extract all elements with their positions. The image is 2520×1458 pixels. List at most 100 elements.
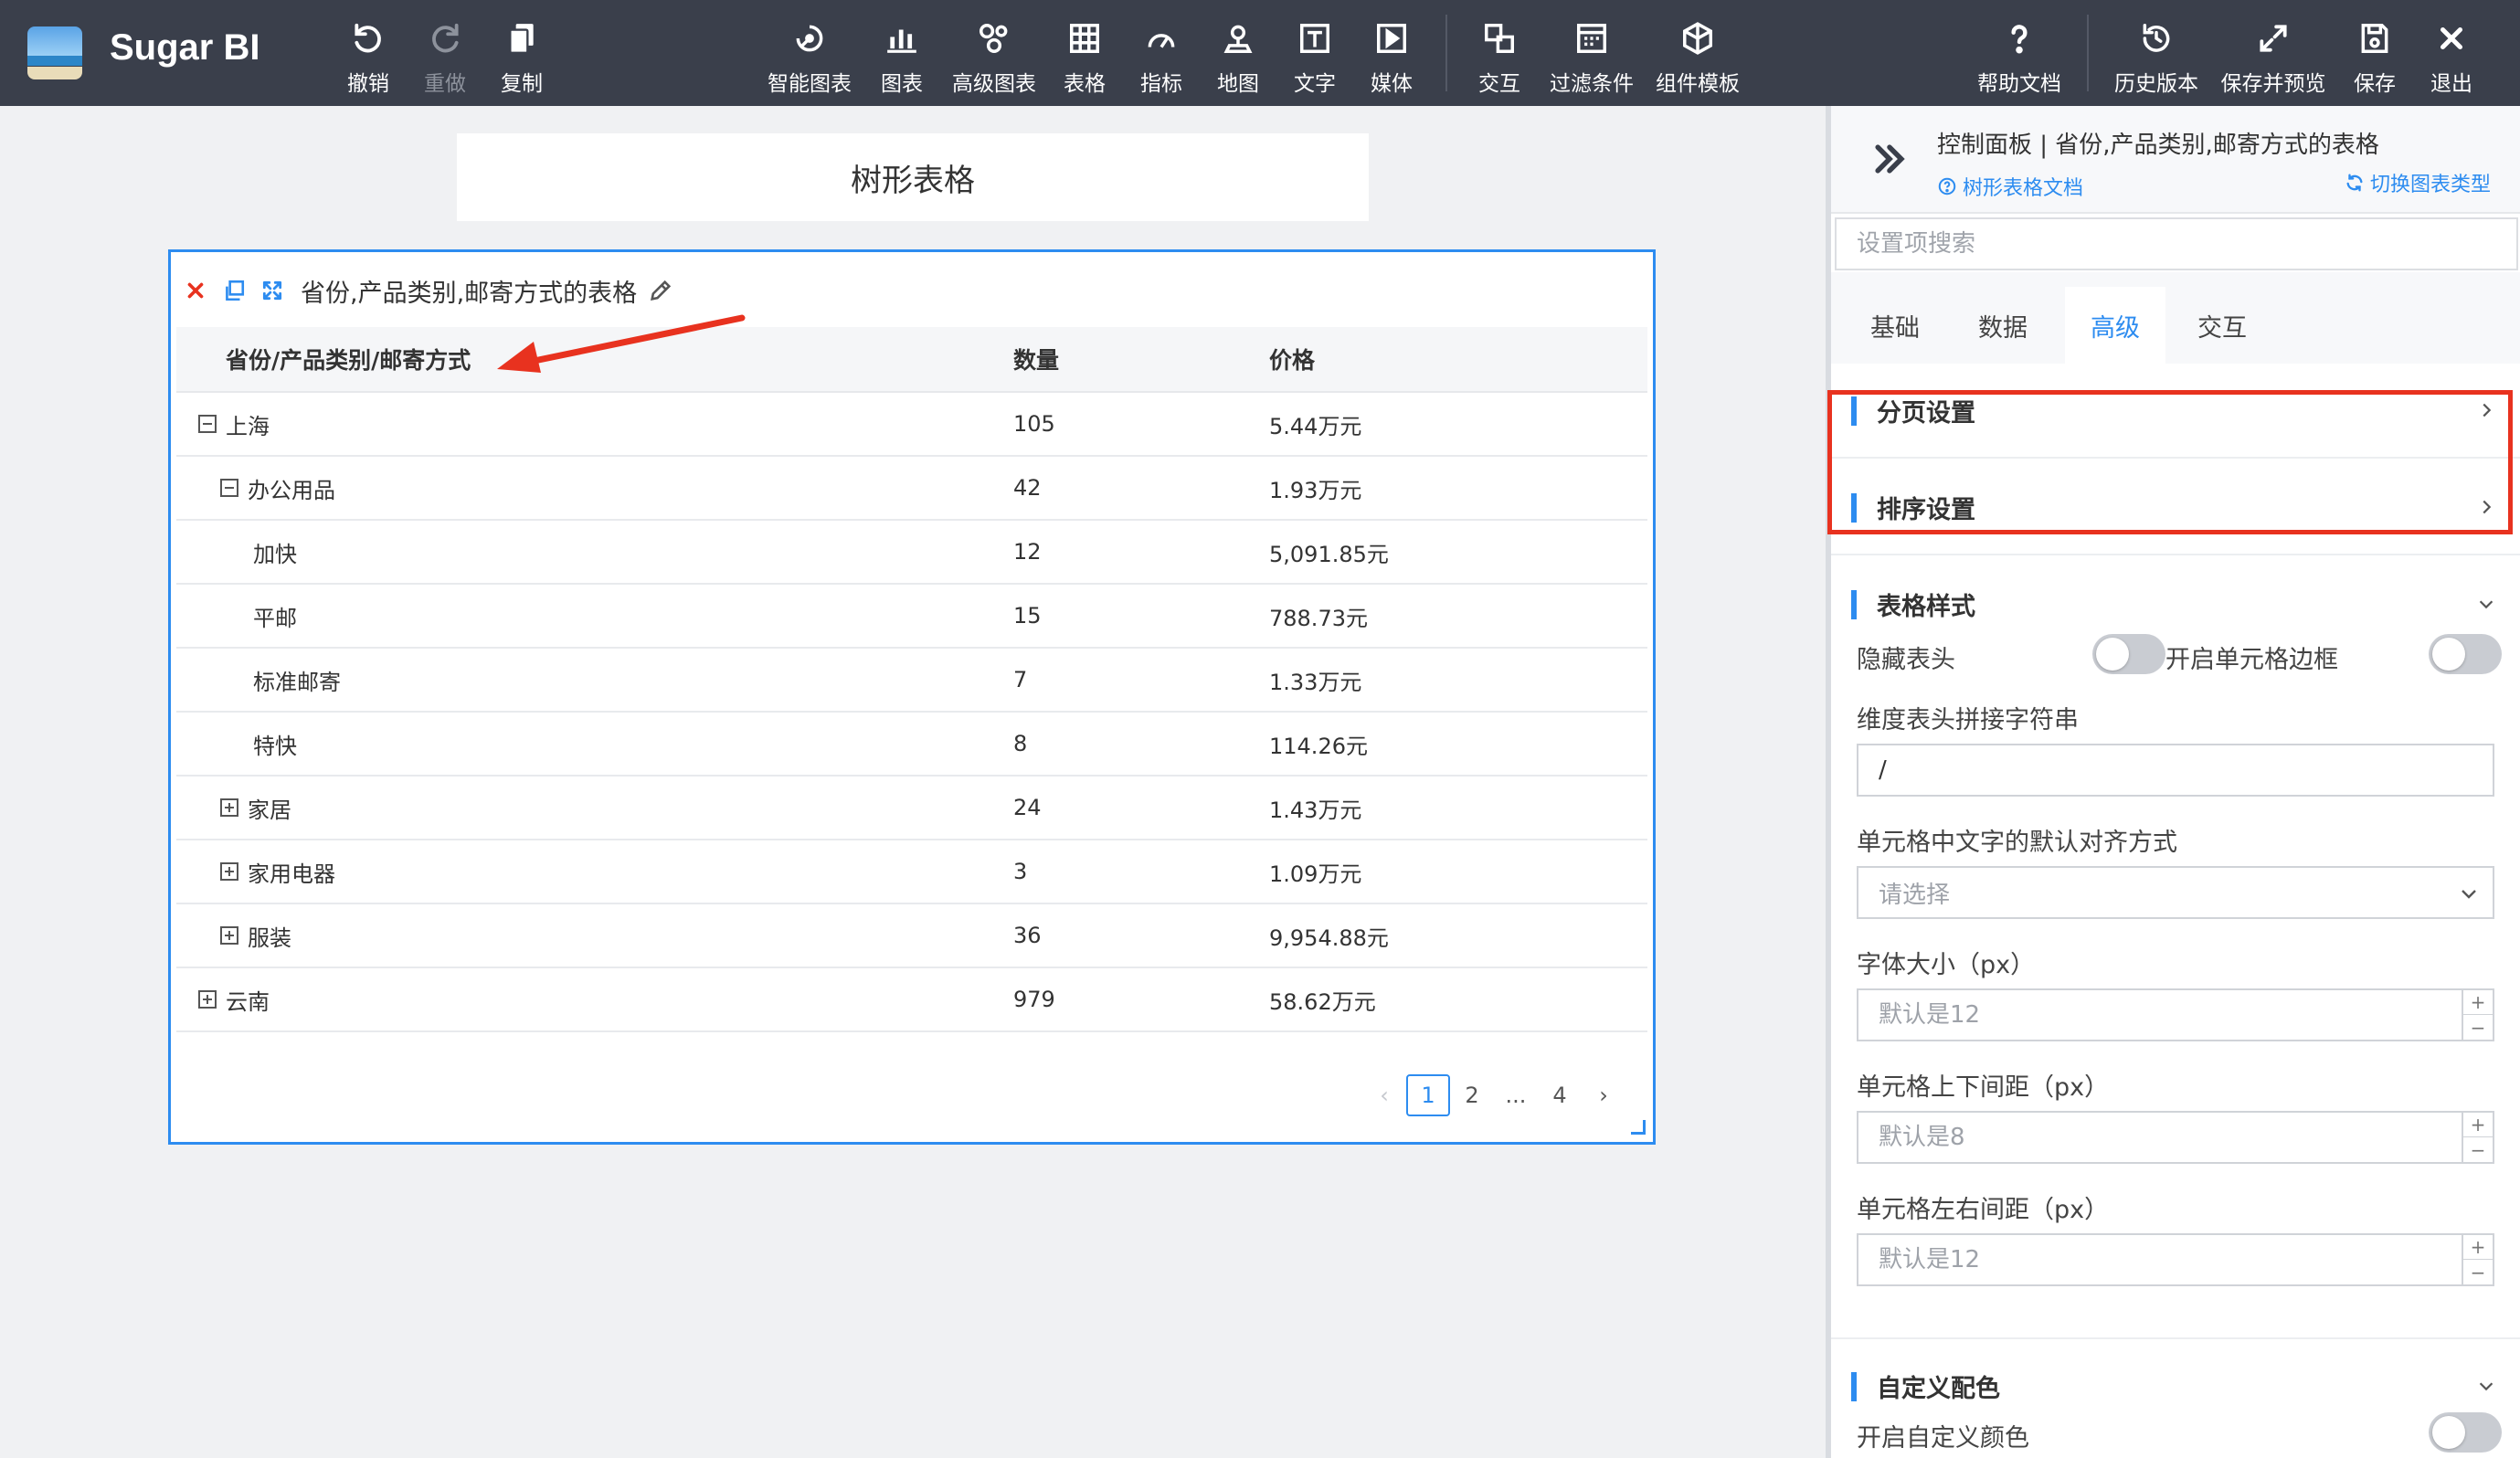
- increment-icon[interactable]: +: [2463, 1113, 2493, 1137]
- row-label: 办公用品: [248, 477, 335, 503]
- top-toolbar: Sugar BI 撤销 重做 复制 智能图表 图表 高级图表 表格 指标 地图 …: [0, 0, 2520, 106]
- filter-button[interactable]: 过滤条件: [1546, 18, 1637, 97]
- map-button[interactable]: 地图: [1212, 18, 1265, 97]
- table-row[interactable]: 上海 105 5.44万元: [176, 393, 1647, 457]
- price-cell: 9,954.88元: [1269, 924, 1389, 951]
- next-page-icon[interactable]: ›: [1582, 1074, 1625, 1116]
- metric-button[interactable]: 指标: [1135, 18, 1188, 97]
- table-button[interactable]: 表格: [1058, 18, 1111, 97]
- row-label: 家居: [248, 797, 291, 823]
- duplicate-icon[interactable]: [220, 277, 248, 304]
- fullscreen-icon[interactable]: [259, 277, 286, 304]
- decrement-icon[interactable]: −: [2463, 1015, 2493, 1040]
- toolbar-separator: [2087, 15, 2089, 91]
- section-custom-color[interactable]: 自定义配色: [1831, 1337, 2520, 1410]
- font-size-input[interactable]: [1858, 990, 2456, 1040]
- page-ellipsis[interactable]: ...: [1494, 1074, 1538, 1116]
- prev-page-icon[interactable]: ‹: [1362, 1074, 1406, 1116]
- column-header-price[interactable]: 价格: [1269, 343, 1647, 375]
- row-label: 服装: [248, 924, 291, 951]
- resize-handle-icon[interactable]: [1631, 1120, 1646, 1135]
- tree-cell: 服装: [176, 920, 1013, 952]
- save-preview-button[interactable]: 保存并预览: [2217, 18, 2330, 97]
- save-button[interactable]: 保存: [2348, 18, 2401, 97]
- table-row[interactable]: 服装 36 9,954.88元: [176, 904, 1647, 968]
- smart-chart-button[interactable]: 智能图表: [764, 18, 855, 97]
- table-row[interactable]: 加快 12 5,091.85元: [176, 521, 1647, 585]
- copy-button[interactable]: 复制: [495, 18, 548, 97]
- gauge-icon: [1141, 18, 1181, 58]
- settings-search-input[interactable]: [1835, 217, 2518, 270]
- dim-header-join-label: 维度表头拼接字符串: [1857, 706, 2079, 734]
- quantity-cell: 979: [1013, 987, 1055, 1012]
- component-template-button[interactable]: 组件模板: [1652, 18, 1743, 97]
- column-header-quantity[interactable]: 数量: [1013, 343, 1269, 375]
- dim-header-join-input[interactable]: [1857, 744, 2494, 797]
- custom-color-toggle[interactable]: [2429, 1412, 2502, 1453]
- tree-cell: 特快: [176, 728, 1013, 760]
- increment-icon[interactable]: +: [2463, 1235, 2493, 1260]
- section-table-style[interactable]: 表格样式: [1831, 557, 2520, 630]
- tab-basic[interactable]: 基础: [1849, 287, 1941, 364]
- panel-tabs: 基础 数据 高级 交互: [1831, 272, 2520, 364]
- collapse-icon[interactable]: [220, 479, 238, 497]
- close-icon: [2431, 18, 2472, 58]
- interaction-button[interactable]: 交互: [1473, 18, 1526, 97]
- hide-header-toggle[interactable]: [2092, 634, 2165, 674]
- tree-table-doc-link[interactable]: 树形表格文档: [1937, 172, 2083, 201]
- table-row[interactable]: 家居 24 1.43万元: [176, 777, 1647, 840]
- switch-chart-type-link[interactable]: 切换图表类型: [2345, 168, 2491, 197]
- price-cell: 1.33万元: [1269, 669, 1362, 695]
- expand-icon[interactable]: [198, 990, 217, 1009]
- cell-border-toggle[interactable]: [2429, 634, 2502, 674]
- table-row[interactable]: 特快 8 114.26元: [176, 713, 1647, 777]
- help-button[interactable]: 帮助文档: [1974, 18, 2065, 97]
- expand-icon[interactable]: [220, 926, 238, 945]
- expand-icon[interactable]: [220, 798, 238, 817]
- expand-icon[interactable]: [220, 862, 238, 881]
- table-row[interactable]: 办公用品 42 1.93万元: [176, 457, 1647, 521]
- table-header: 省份/产品类别/邮寄方式 数量 价格: [176, 327, 1647, 393]
- tree-table-widget[interactable]: 省份,产品类别,邮寄方式的表格 省份/产品类别/邮寄方式 数量 价格 上海 105…: [168, 249, 1656, 1145]
- edit-title-icon[interactable]: [648, 278, 673, 303]
- redo-button[interactable]: 重做: [418, 18, 471, 97]
- table-row[interactable]: 云南 979 58.62万元: [176, 968, 1647, 1032]
- section-pagination-settings[interactable]: 分页设置: [1831, 364, 2520, 459]
- chart-button[interactable]: 图表: [875, 18, 928, 97]
- dashboard-title[interactable]: 树形表格: [457, 133, 1369, 221]
- tab-interaction[interactable]: 交互: [2176, 287, 2268, 364]
- undo-button[interactable]: 撤销: [342, 18, 395, 97]
- table-row[interactable]: 平邮 15 788.73元: [176, 585, 1647, 649]
- decrement-icon[interactable]: −: [2463, 1260, 2493, 1284]
- delete-icon[interactable]: [182, 277, 209, 304]
- advanced-chart-button[interactable]: 高级图表: [948, 18, 1040, 97]
- increment-icon[interactable]: +: [2463, 990, 2493, 1015]
- tab-data[interactable]: 数据: [1957, 287, 2049, 364]
- page-4[interactable]: 4: [1538, 1074, 1582, 1116]
- table-row[interactable]: 家用电器 3 1.09万元: [176, 840, 1647, 904]
- cell-vpad-input[interactable]: [1858, 1113, 2456, 1162]
- text-button[interactable]: 文字: [1288, 18, 1341, 97]
- decrement-icon[interactable]: −: [2463, 1137, 2493, 1162]
- quantity-cell: 12: [1013, 539, 1042, 565]
- control-panel: 控制面板 | 省份,产品类别,邮寄方式的表格 树形表格文档 切换图表类型 基础 …: [1826, 106, 2520, 1458]
- quantity-cell: 8: [1013, 731, 1028, 756]
- price-cell: 58.62万元: [1269, 988, 1376, 1015]
- undo-icon: [348, 18, 388, 58]
- dashboard-canvas: 树形表格 省份,产品类别,邮寄方式的表格 省份/产品类别/邮寄方式 数量 价格: [0, 106, 1826, 1458]
- row-label: 标准邮寄: [253, 669, 341, 695]
- table-icon: [1064, 18, 1105, 58]
- page-1[interactable]: 1: [1406, 1074, 1450, 1116]
- text-align-select[interactable]: 请选择: [1857, 866, 2494, 919]
- media-button[interactable]: 媒体: [1365, 18, 1418, 97]
- tab-advanced[interactable]: 高级: [2065, 287, 2165, 364]
- page-2[interactable]: 2: [1450, 1074, 1494, 1116]
- collapse-icon[interactable]: [198, 415, 217, 433]
- collapse-panel-icon[interactable]: [1869, 139, 1910, 179]
- map-pin-icon: [1218, 18, 1258, 58]
- exit-button[interactable]: 退出: [2425, 18, 2478, 97]
- table-row[interactable]: 标准邮寄 7 1.33万元: [176, 649, 1647, 713]
- section-sort-settings[interactable]: 排序设置: [1831, 460, 2520, 555]
- history-button[interactable]: 历史版本: [2111, 18, 2202, 97]
- cell-hpad-input[interactable]: [1858, 1235, 2456, 1284]
